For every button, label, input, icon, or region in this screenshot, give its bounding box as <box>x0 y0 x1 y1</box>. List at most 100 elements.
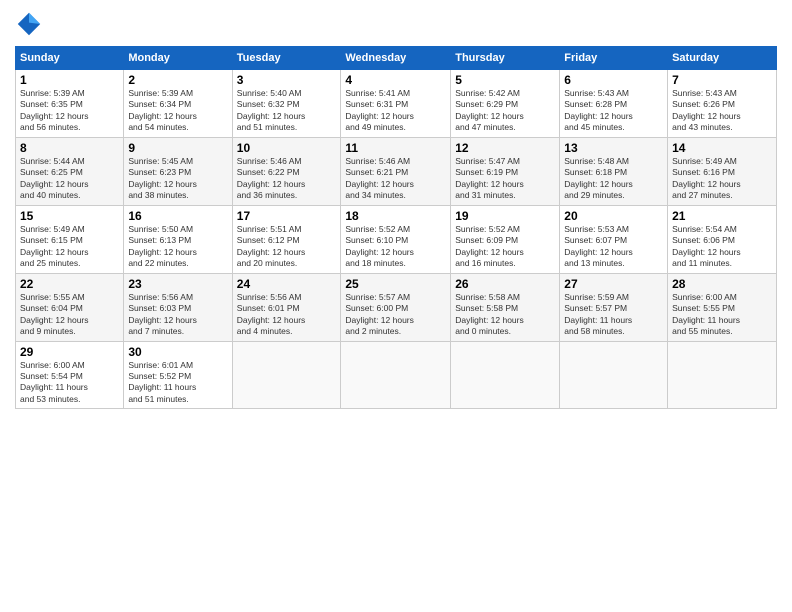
day-cell: 9Sunrise: 5:45 AM Sunset: 6:23 PM Daylig… <box>124 137 232 205</box>
day-number: 14 <box>672 141 772 155</box>
day-info: Sunrise: 6:00 AM Sunset: 5:54 PM Dayligh… <box>20 360 119 406</box>
page-container: SundayMondayTuesdayWednesdayThursdayFrid… <box>0 0 792 419</box>
day-cell: 26Sunrise: 5:58 AM Sunset: 5:58 PM Dayli… <box>451 273 560 341</box>
day-info: Sunrise: 5:51 AM Sunset: 6:12 PM Dayligh… <box>237 224 337 270</box>
day-number: 18 <box>345 209 446 223</box>
day-cell: 3Sunrise: 5:40 AM Sunset: 6:32 PM Daylig… <box>232 70 341 138</box>
day-info: Sunrise: 5:59 AM Sunset: 5:57 PM Dayligh… <box>564 292 663 338</box>
day-cell <box>451 341 560 409</box>
day-cell: 2Sunrise: 5:39 AM Sunset: 6:34 PM Daylig… <box>124 70 232 138</box>
week-row-4: 29Sunrise: 6:00 AM Sunset: 5:54 PM Dayli… <box>16 341 777 409</box>
day-info: Sunrise: 5:49 AM Sunset: 6:15 PM Dayligh… <box>20 224 119 270</box>
day-cell <box>341 341 451 409</box>
week-row-3: 22Sunrise: 5:55 AM Sunset: 6:04 PM Dayli… <box>16 273 777 341</box>
day-number: 13 <box>564 141 663 155</box>
day-cell: 23Sunrise: 5:56 AM Sunset: 6:03 PM Dayli… <box>124 273 232 341</box>
weekday-header-wednesday: Wednesday <box>341 47 451 70</box>
day-number: 25 <box>345 277 446 291</box>
day-info: Sunrise: 5:52 AM Sunset: 6:09 PM Dayligh… <box>455 224 555 270</box>
day-info: Sunrise: 5:44 AM Sunset: 6:25 PM Dayligh… <box>20 156 119 202</box>
day-cell <box>232 341 341 409</box>
day-number: 19 <box>455 209 555 223</box>
weekday-header-friday: Friday <box>560 47 668 70</box>
day-info: Sunrise: 5:52 AM Sunset: 6:10 PM Dayligh… <box>345 224 446 270</box>
day-number: 30 <box>128 345 227 359</box>
day-info: Sunrise: 5:49 AM Sunset: 6:16 PM Dayligh… <box>672 156 772 202</box>
day-cell <box>668 341 777 409</box>
day-number: 4 <box>345 73 446 87</box>
day-info: Sunrise: 5:45 AM Sunset: 6:23 PM Dayligh… <box>128 156 227 202</box>
day-info: Sunrise: 5:55 AM Sunset: 6:04 PM Dayligh… <box>20 292 119 338</box>
week-row-0: 1Sunrise: 5:39 AM Sunset: 6:35 PM Daylig… <box>16 70 777 138</box>
day-cell: 1Sunrise: 5:39 AM Sunset: 6:35 PM Daylig… <box>16 70 124 138</box>
day-info: Sunrise: 5:50 AM Sunset: 6:13 PM Dayligh… <box>128 224 227 270</box>
day-number: 2 <box>128 73 227 87</box>
day-cell: 12Sunrise: 5:47 AM Sunset: 6:19 PM Dayli… <box>451 137 560 205</box>
day-cell: 18Sunrise: 5:52 AM Sunset: 6:10 PM Dayli… <box>341 205 451 273</box>
day-cell: 29Sunrise: 6:00 AM Sunset: 5:54 PM Dayli… <box>16 341 124 409</box>
day-cell: 10Sunrise: 5:46 AM Sunset: 6:22 PM Dayli… <box>232 137 341 205</box>
weekday-header-saturday: Saturday <box>668 47 777 70</box>
day-info: Sunrise: 5:40 AM Sunset: 6:32 PM Dayligh… <box>237 88 337 134</box>
day-number: 1 <box>20 73 119 87</box>
day-number: 24 <box>237 277 337 291</box>
day-info: Sunrise: 5:56 AM Sunset: 6:03 PM Dayligh… <box>128 292 227 338</box>
day-number: 8 <box>20 141 119 155</box>
day-cell: 17Sunrise: 5:51 AM Sunset: 6:12 PM Dayli… <box>232 205 341 273</box>
weekday-header-thursday: Thursday <box>451 47 560 70</box>
day-number: 12 <box>455 141 555 155</box>
day-cell: 24Sunrise: 5:56 AM Sunset: 6:01 PM Dayli… <box>232 273 341 341</box>
day-cell: 13Sunrise: 5:48 AM Sunset: 6:18 PM Dayli… <box>560 137 668 205</box>
day-number: 10 <box>237 141 337 155</box>
day-number: 23 <box>128 277 227 291</box>
day-info: Sunrise: 5:46 AM Sunset: 6:21 PM Dayligh… <box>345 156 446 202</box>
day-number: 9 <box>128 141 227 155</box>
day-number: 15 <box>20 209 119 223</box>
weekday-header-tuesday: Tuesday <box>232 47 341 70</box>
day-info: Sunrise: 5:54 AM Sunset: 6:06 PM Dayligh… <box>672 224 772 270</box>
logo-icon <box>15 10 43 38</box>
day-number: 26 <box>455 277 555 291</box>
day-info: Sunrise: 5:41 AM Sunset: 6:31 PM Dayligh… <box>345 88 446 134</box>
day-number: 28 <box>672 277 772 291</box>
day-number: 22 <box>20 277 119 291</box>
day-info: Sunrise: 5:47 AM Sunset: 6:19 PM Dayligh… <box>455 156 555 202</box>
day-cell: 22Sunrise: 5:55 AM Sunset: 6:04 PM Dayli… <box>16 273 124 341</box>
day-cell: 14Sunrise: 5:49 AM Sunset: 6:16 PM Dayli… <box>668 137 777 205</box>
calendar-table: SundayMondayTuesdayWednesdayThursdayFrid… <box>15 46 777 409</box>
day-number: 20 <box>564 209 663 223</box>
day-info: Sunrise: 5:53 AM Sunset: 6:07 PM Dayligh… <box>564 224 663 270</box>
day-number: 7 <box>672 73 772 87</box>
week-row-2: 15Sunrise: 5:49 AM Sunset: 6:15 PM Dayli… <box>16 205 777 273</box>
day-info: Sunrise: 5:56 AM Sunset: 6:01 PM Dayligh… <box>237 292 337 338</box>
day-info: Sunrise: 6:01 AM Sunset: 5:52 PM Dayligh… <box>128 360 227 406</box>
day-number: 11 <box>345 141 446 155</box>
day-info: Sunrise: 5:43 AM Sunset: 6:28 PM Dayligh… <box>564 88 663 134</box>
day-cell: 6Sunrise: 5:43 AM Sunset: 6:28 PM Daylig… <box>560 70 668 138</box>
day-cell: 21Sunrise: 5:54 AM Sunset: 6:06 PM Dayli… <box>668 205 777 273</box>
day-cell <box>560 341 668 409</box>
day-number: 27 <box>564 277 663 291</box>
day-cell: 27Sunrise: 5:59 AM Sunset: 5:57 PM Dayli… <box>560 273 668 341</box>
day-info: Sunrise: 5:42 AM Sunset: 6:29 PM Dayligh… <box>455 88 555 134</box>
header <box>15 10 777 38</box>
day-info: Sunrise: 6:00 AM Sunset: 5:55 PM Dayligh… <box>672 292 772 338</box>
day-number: 29 <box>20 345 119 359</box>
day-info: Sunrise: 5:39 AM Sunset: 6:34 PM Dayligh… <box>128 88 227 134</box>
day-info: Sunrise: 5:57 AM Sunset: 6:00 PM Dayligh… <box>345 292 446 338</box>
day-number: 6 <box>564 73 663 87</box>
day-cell: 16Sunrise: 5:50 AM Sunset: 6:13 PM Dayli… <box>124 205 232 273</box>
day-cell: 8Sunrise: 5:44 AM Sunset: 6:25 PM Daylig… <box>16 137 124 205</box>
day-info: Sunrise: 5:39 AM Sunset: 6:35 PM Dayligh… <box>20 88 119 134</box>
day-info: Sunrise: 5:48 AM Sunset: 6:18 PM Dayligh… <box>564 156 663 202</box>
day-number: 5 <box>455 73 555 87</box>
day-info: Sunrise: 5:43 AM Sunset: 6:26 PM Dayligh… <box>672 88 772 134</box>
day-cell: 7Sunrise: 5:43 AM Sunset: 6:26 PM Daylig… <box>668 70 777 138</box>
day-info: Sunrise: 5:58 AM Sunset: 5:58 PM Dayligh… <box>455 292 555 338</box>
weekday-header-sunday: Sunday <box>16 47 124 70</box>
week-row-1: 8Sunrise: 5:44 AM Sunset: 6:25 PM Daylig… <box>16 137 777 205</box>
day-cell: 28Sunrise: 6:00 AM Sunset: 5:55 PM Dayli… <box>668 273 777 341</box>
day-cell: 25Sunrise: 5:57 AM Sunset: 6:00 PM Dayli… <box>341 273 451 341</box>
weekday-header-row: SundayMondayTuesdayWednesdayThursdayFrid… <box>16 47 777 70</box>
day-cell: 4Sunrise: 5:41 AM Sunset: 6:31 PM Daylig… <box>341 70 451 138</box>
